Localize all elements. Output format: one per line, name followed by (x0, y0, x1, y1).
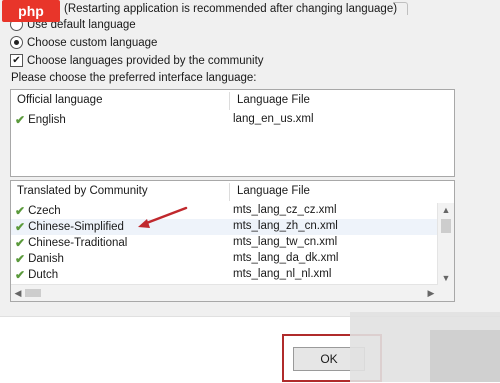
column-header-translated-by-community[interactable]: Translated by Community (17, 185, 148, 197)
language-file: mts_lang_tw_cn.xml (233, 236, 338, 248)
checkbox-checked-icon[interactable]: ✔ (10, 54, 23, 67)
checkmark-icon: ✔ (15, 252, 26, 266)
vertical-scrollbar[interactable]: ▲ ▼ (437, 203, 454, 285)
radio-button-checked[interactable] (10, 36, 23, 49)
list-item-english[interactable]: ✔ English lang_en_us.xml (11, 112, 438, 128)
list-item-chinese-traditional[interactable]: ✔ Chinese-Traditional mts_lang_tw_cn.xml (11, 235, 438, 251)
checkmark-icon: ✔ (15, 268, 26, 282)
logo-text: php (18, 3, 44, 19)
language-name: Dutch (28, 269, 59, 281)
language-file: lang_en_us.xml (233, 113, 314, 125)
checkmark-icon: ✔ (15, 113, 26, 127)
radio-custom-language-label: Choose custom language (27, 36, 158, 49)
language-name: English (28, 114, 66, 126)
language-name: Chinese-Simplified (28, 221, 124, 233)
official-list-header: Official language Language File (11, 90, 454, 112)
restart-note: (Restarting application is recommended a… (64, 3, 398, 15)
scroll-up-arrow-icon[interactable]: ▲ (438, 203, 454, 217)
column-header-language-file[interactable]: Language File (237, 185, 310, 197)
site-logo: php (2, 0, 60, 22)
language-name: Czech (28, 205, 61, 217)
language-file: mts_lang_cz_cz.xml (233, 204, 337, 216)
scrollbar-corner (438, 285, 454, 301)
language-name: Chinese-Traditional (28, 237, 128, 249)
checkmark-icon: ✔ (15, 220, 26, 234)
list-item-danish[interactable]: ✔ Danish mts_lang_da_dk.xml (11, 251, 438, 267)
checkbox-community-languages[interactable]: ✔ Choose languages provided by the commu… (10, 54, 264, 67)
annotation-arrow-icon (138, 206, 188, 228)
scroll-left-arrow-icon[interactable]: ◀ (11, 285, 25, 301)
checkbox-community-languages-label: Choose languages provided by the communi… (27, 54, 264, 67)
language-file: mts_lang_nl_nl.xml (233, 268, 332, 280)
list-item-czech[interactable]: ✔ Czech mts_lang_cz_cz.xml (11, 203, 438, 219)
language-prompt: Please choose the preferred interface la… (11, 72, 257, 84)
scroll-right-arrow-icon[interactable]: ▶ (424, 285, 438, 301)
watermark-overlay-dark (430, 330, 500, 382)
language-name: Danish (28, 253, 64, 265)
checkmark-icon: ✔ (15, 236, 26, 250)
radio-custom-language[interactable]: Choose custom language (10, 36, 157, 49)
community-language-list[interactable]: Translated by Community Language File ✔ C… (10, 180, 455, 302)
list-item-chinese-simplified[interactable]: ✔ Chinese-Simplified mts_lang_zh_cn.xml (11, 219, 438, 235)
horizontal-scroll-thumb[interactable] (25, 289, 41, 297)
official-language-list[interactable]: Official language Language File ✔ English… (10, 89, 455, 177)
scroll-down-arrow-icon[interactable]: ▼ (438, 271, 454, 285)
column-header-official-language[interactable]: Official language (17, 94, 102, 106)
column-header-language-file[interactable]: Language File (237, 94, 310, 106)
community-list-header: Translated by Community Language File (11, 181, 454, 203)
vertical-scroll-thumb[interactable] (441, 219, 451, 233)
group-box-border (393, 2, 408, 15)
checkmark-icon: ✔ (15, 204, 26, 218)
language-file: mts_lang_zh_cn.xml (233, 220, 338, 232)
horizontal-scrollbar[interactable]: ◀ ▶ (11, 284, 438, 301)
language-file: mts_lang_da_dk.xml (233, 252, 339, 264)
list-item-dutch[interactable]: ✔ Dutch mts_lang_nl_nl.xml (11, 267, 438, 283)
